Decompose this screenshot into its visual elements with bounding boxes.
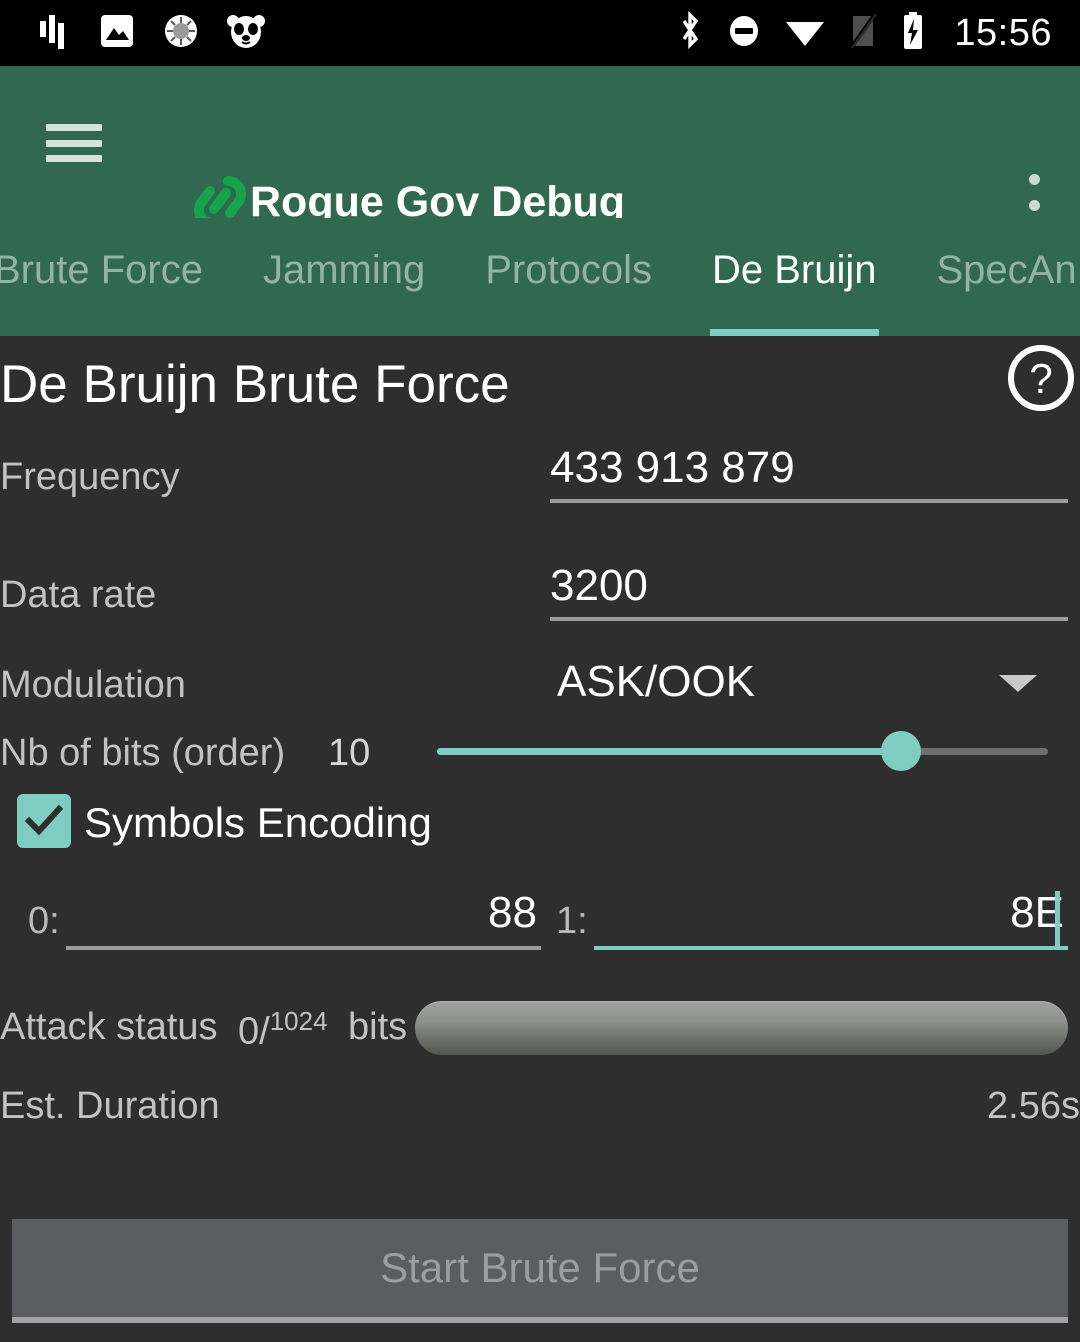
symbols-encoding-checkbox[interactable]	[17, 794, 71, 848]
page-title: De Bruijn Brute Force	[0, 355, 510, 414]
attack-progress-bar	[415, 1001, 1068, 1055]
image-icon	[98, 12, 136, 55]
nb-of-bits-value: 10	[328, 732, 371, 774]
symbol-zero-value: 88	[488, 888, 537, 937]
modulation-select[interactable]: ASK/OOK	[557, 657, 755, 707]
data-rate-label: Data rate	[0, 574, 157, 616]
app-screen: 15:56 Rogue Gov Debug Brute Force Jammin…	[0, 0, 1080, 1342]
start-brute-force-button[interactable]: Start Brute Force	[12, 1219, 1068, 1323]
wifi-icon	[784, 12, 826, 55]
sim-off-icon	[848, 12, 878, 55]
loading-spinner-icon	[162, 12, 200, 55]
app-bar: Rogue Gov Debug	[0, 66, 1080, 236]
chevron-down-icon[interactable]	[999, 675, 1037, 692]
panda-icon	[226, 12, 266, 55]
attack-current: 0/	[238, 1010, 270, 1053]
svg-text:?: ?	[1029, 355, 1052, 402]
tab-de-bruijn[interactable]: De Bruijn	[682, 218, 907, 336]
symbol-zero-label: 0:	[28, 900, 60, 942]
tab-specan[interactable]: SpecAn	[907, 218, 1080, 336]
status-bar-right-icons: 15:56	[676, 10, 1080, 56]
frequency-input[interactable]: 433 913 879	[550, 443, 1068, 503]
frequency-value: 433 913 879	[550, 443, 795, 492]
status-bar: 15:56	[0, 0, 1080, 66]
attack-total: 1024	[269, 1006, 328, 1036]
do-not-disturb-icon	[726, 12, 762, 55]
data-rate-input[interactable]: 3200	[550, 561, 1068, 621]
frequency-label: Frequency	[0, 456, 180, 498]
symbols-encoding-label: Symbols Encoding	[84, 799, 432, 846]
tab-brute-force[interactable]: Brute Force	[0, 218, 233, 336]
tab-bar: Brute Force Jamming Protocols De Bruijn …	[0, 218, 1080, 336]
data-rate-value: 3200	[550, 561, 648, 610]
status-bar-left-icons	[0, 12, 266, 55]
hamburger-menu-icon[interactable]	[46, 124, 102, 162]
slider-fill	[437, 748, 902, 755]
nb-of-bits-label: Nb of bits (order)	[0, 732, 286, 774]
battery-charging-icon	[900, 11, 926, 56]
tab-jamming[interactable]: Jamming	[233, 218, 455, 336]
equalizer-icon	[38, 13, 72, 54]
est-duration-label: Est. Duration	[0, 1085, 220, 1127]
symbol-one-input[interactable]: 8E	[594, 888, 1068, 950]
status-bar-clock: 15:56	[954, 11, 1052, 54]
nb-of-bits-slider[interactable]	[437, 731, 1048, 771]
attack-status-count: 0/1024	[238, 1006, 328, 1054]
symbol-one-value: 8E	[1010, 888, 1064, 937]
symbol-zero-input[interactable]: 88	[66, 888, 541, 950]
help-circle-icon[interactable]: ?	[1006, 343, 1076, 418]
bluetooth-icon	[676, 10, 704, 56]
modulation-label: Modulation	[0, 664, 186, 706]
check-icon	[24, 804, 64, 836]
est-duration-value: 2.56s	[987, 1085, 1080, 1127]
text-cursor	[1055, 891, 1060, 947]
symbol-one-label: 1:	[556, 900, 588, 942]
attack-status-label: Attack status	[0, 1006, 218, 1048]
tab-protocols[interactable]: Protocols	[455, 218, 682, 336]
attack-status-unit: bits	[348, 1006, 408, 1048]
slider-thumb[interactable]	[881, 731, 922, 771]
